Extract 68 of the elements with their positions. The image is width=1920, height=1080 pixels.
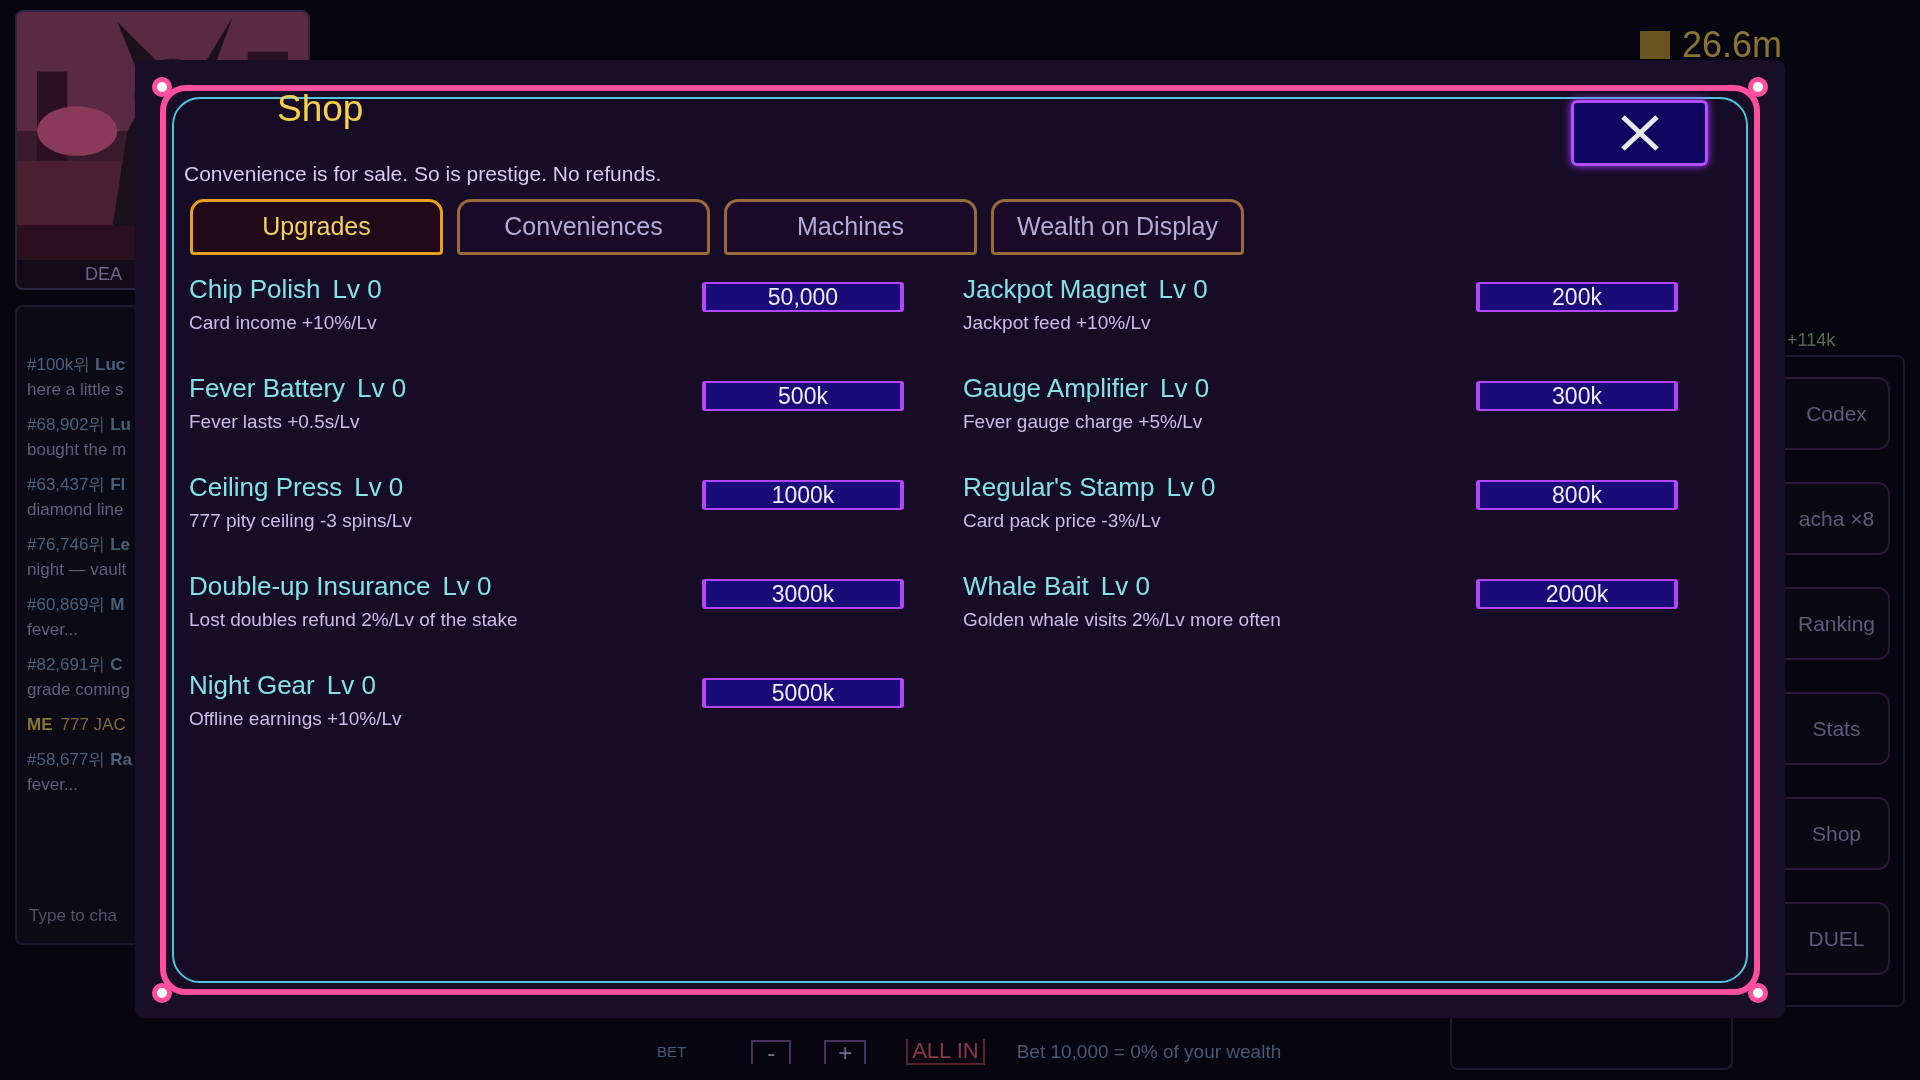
chat-message: here a little s [27,379,124,401]
upgrade-description: Card pack price -3%/Lv [963,509,1162,533]
upgrade-name: Ceiling Press [189,471,343,504]
upgrade-description: Lost doubles refund 2%/Lv of the stake [189,608,519,632]
price-button[interactable]: 200k [1476,282,1678,312]
price-button[interactable]: 5000k [702,678,904,708]
price-button[interactable]: 50,000 [702,282,904,312]
upgrade-description: 777 pity ceiling -3 spins/Lv [189,509,413,533]
plus-button[interactable]: + [824,1039,867,1064]
category-tab[interactable]: Wealth on Display [991,199,1244,255]
upgrade-description: Jackpot feed +10%/Lv [963,311,1152,335]
chat-author: #82,691위 C [27,654,123,676]
dialog-title: Shop [277,87,365,131]
upgrade-description: Fever lasts +0.5s/Lv [189,410,361,434]
price-button[interactable]: 800k [1476,480,1678,510]
category-tab[interactable]: Conveniences [457,199,710,255]
chat-message: night — vault [27,559,127,581]
chat-author: #68,902위 Lu [27,414,131,436]
chat-author: #100k위 Luc [27,354,126,376]
upgrade-level: Lv 0 [1158,273,1208,306]
upgrade-level: Lv 0 [354,471,404,504]
upgrade-description: Golden whale visits 2%/Lv more often [963,608,1282,632]
upgrade-description: Fever gauge charge +5%/Lv [963,410,1204,434]
chat-message: bought the m [27,439,127,461]
price-button[interactable]: 2000k [1476,579,1678,609]
upgrade-level: Lv 0 [332,273,382,306]
upgrade-level: Lv 0 [1166,471,1216,504]
chat-author: #58,677위 Ra [27,749,132,771]
upgrade-description: Card income +10%/Lv [189,311,378,335]
chat-author: ME [27,714,53,736]
dialog-subtitle: Convenience is for sale. So is prestige. No refunds. [184,161,662,187]
chat-message: 777 JAC [60,714,126,736]
bet-note: Bet 10,000 = 0% of your wealth [1016,1039,1282,1064]
upgrade-name: Regular's Stamp [963,471,1155,504]
chat-message: diamond line [27,499,124,521]
upgrade-name: Night Gear [189,669,315,702]
chat-message: grade coming [27,679,130,701]
upgrade-level: Lv 0 [357,372,407,405]
upgrade-name: Jackpot Magnet [963,273,1147,306]
chat-input[interactable]: Type to cha [29,902,139,928]
category-tab[interactable]: Machines [724,199,977,255]
upgrade-name: Whale Bait [963,570,1089,603]
chat-author: #63,437위 Fl [27,474,126,496]
portrait-label: DEA [85,263,122,286]
currency-icon [1639,31,1670,59]
upgrade-level: Lv 0 [1160,372,1210,405]
close-button[interactable] [1571,100,1708,166]
chat-author: #60,869위 M [27,594,125,616]
upgrade-name: Fever Battery [189,372,346,405]
upgrade-description: Offline earnings +10%/Lv [189,707,403,731]
category-tab[interactable]: Upgrades [190,199,443,255]
chat-author: #76,746위 Le [27,534,131,556]
chat-message: fever... [27,774,79,796]
price-button[interactable]: 3000k [702,579,904,609]
bet-label: BET [657,1041,687,1062]
upgrade-name: Chip Polish [189,273,321,306]
upgrade-name: Double-up Insurance [189,570,431,603]
upgrade-level: Lv 0 [1100,570,1150,603]
chat-message: fever... [27,619,79,641]
minus-button[interactable]: - [751,1039,792,1064]
price-button[interactable]: 500k [702,381,904,411]
price-button[interactable]: 1000k [702,480,904,510]
gain-amount: +114k [1786,329,1837,352]
upgrade-level: Lv 0 [442,570,492,603]
upgrade-name: Gauge Amplifier [963,372,1148,405]
price-button[interactable]: 300k [1476,381,1678,411]
upgrade-level: Lv 0 [326,669,376,702]
wealth-amount: 26.6m [1681,27,1782,63]
